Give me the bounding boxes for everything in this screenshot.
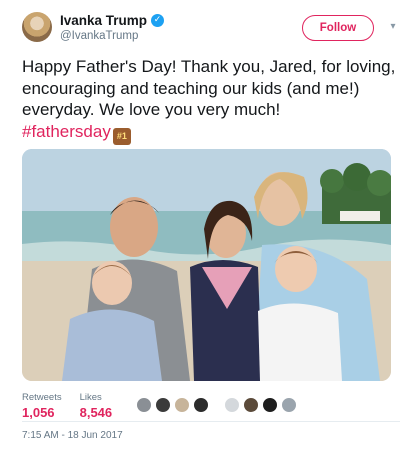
family-photo-illustration xyxy=(22,149,391,381)
liker-avatars xyxy=(136,397,297,413)
tweet-body: Happy Father's Day! Thank you, Jared, fo… xyxy=(22,57,396,119)
number-one-emoji-icon: #1 xyxy=(112,127,131,145)
hashtag-link[interactable]: #fathersday xyxy=(22,122,111,141)
liker-avatar[interactable] xyxy=(281,397,297,413)
liker-avatar[interactable] xyxy=(224,397,240,413)
tweet-stats: Retweets 1,056 Likes 8,546 xyxy=(22,392,112,420)
liker-avatar[interactable] xyxy=(193,397,209,413)
likes-count: 8,546 xyxy=(79,405,113,420)
retweets-stat[interactable]: Retweets 1,056 xyxy=(22,392,62,420)
likes-stat[interactable]: Likes 8,546 xyxy=(80,392,113,420)
follow-button[interactable]: Follow xyxy=(302,15,374,41)
liker-avatar[interactable] xyxy=(243,397,259,413)
divider xyxy=(22,421,400,422)
liker-avatar[interactable] xyxy=(136,397,152,413)
display-name[interactable]: Ivanka Trump xyxy=(60,13,147,28)
profile-avatar[interactable] xyxy=(22,12,52,42)
liker-avatar[interactable] xyxy=(262,397,278,413)
retweets-label: Retweets xyxy=(22,392,62,403)
verified-badge-icon: ✓ xyxy=(151,14,165,27)
tweet-timestamp[interactable]: 7:15 AM - 18 Jun 2017 xyxy=(22,430,123,441)
family-photo[interactable] xyxy=(22,149,391,381)
tweet-header: Ivanka Trump ✓ @IvankaTrump Follow ▾ xyxy=(22,12,400,46)
liker-avatar[interactable] xyxy=(155,397,171,413)
user-info[interactable]: Ivanka Trump ✓ @IvankaTrump xyxy=(60,13,165,42)
retweets-count: 1,056 xyxy=(22,405,55,420)
tweet-text: Happy Father's Day! Thank you, Jared, fo… xyxy=(22,56,402,145)
user-handle[interactable]: @IvankaTrump xyxy=(60,30,164,42)
palm-trees xyxy=(320,163,391,224)
name-row: Ivanka Trump ✓ xyxy=(60,13,165,28)
chevron-down-icon[interactable]: ▾ xyxy=(386,20,400,34)
liker-avatar[interactable] xyxy=(174,397,190,413)
likes-label: Likes xyxy=(79,392,102,403)
